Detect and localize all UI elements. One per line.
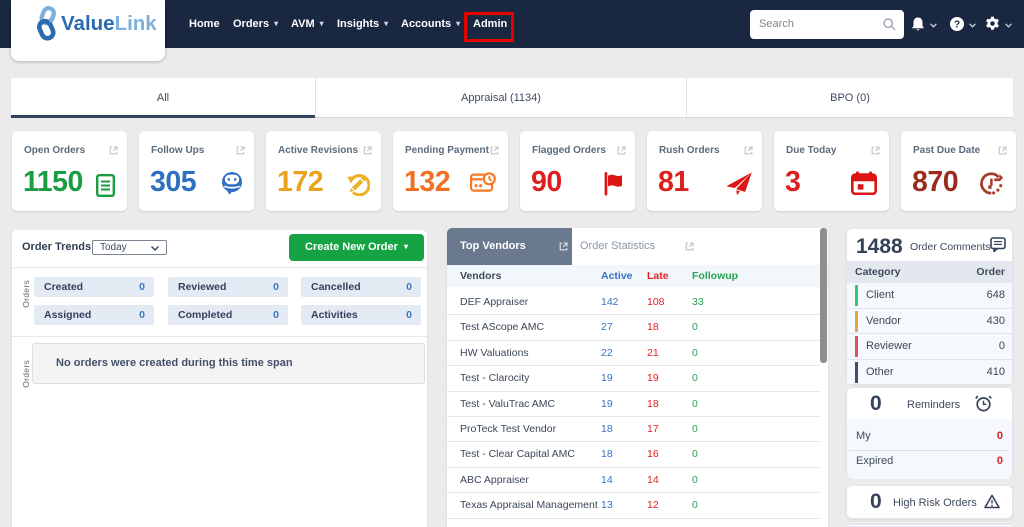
svg-text:ValueLink: ValueLink — [61, 12, 157, 35]
svg-text:?: ? — [954, 20, 960, 31]
